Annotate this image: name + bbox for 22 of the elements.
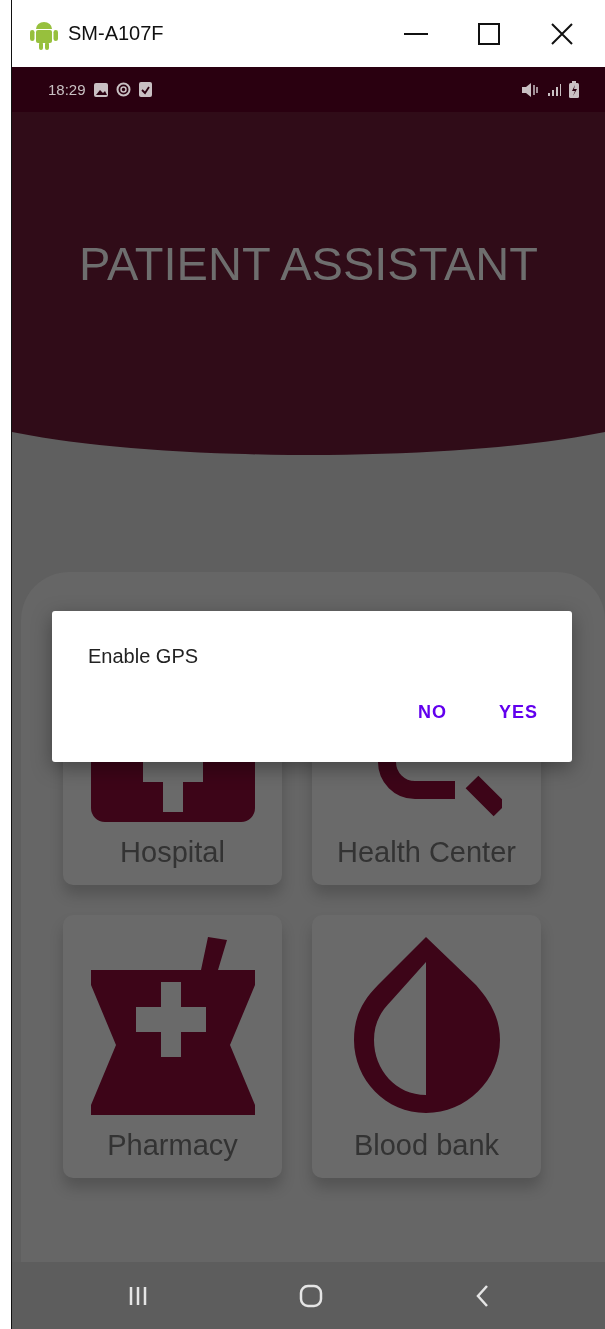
mortar-cross-icon [89,937,256,1115]
close-icon [551,22,573,45]
signal-icon [547,82,561,97]
checkbox-icon [138,82,152,97]
tile-label: Blood bank [353,1129,500,1162]
minimize-icon [404,32,428,35]
tile-label: Pharmacy [107,1129,238,1162]
image-icon [93,82,108,97]
dialog-button[interactable]: YES [492,698,544,727]
maximize-icon [478,22,500,45]
drop-icon [351,935,502,1115]
status-time: 18:29 [48,81,86,98]
battery-icon [569,81,579,98]
dialog-button[interactable]: NO [411,698,453,727]
back-icon[interactable] [475,1283,490,1308]
window-title: SM-A107F [68,22,165,45]
home-icon[interactable] [299,1283,324,1308]
recent-apps-icon[interactable] [127,1285,148,1306]
mute-icon [521,81,539,98]
dialog-message: Enable GPS [88,645,200,668]
tile-label: Hospital [120,836,225,869]
app-title: PATIENT ASSISTANT [79,236,538,291]
